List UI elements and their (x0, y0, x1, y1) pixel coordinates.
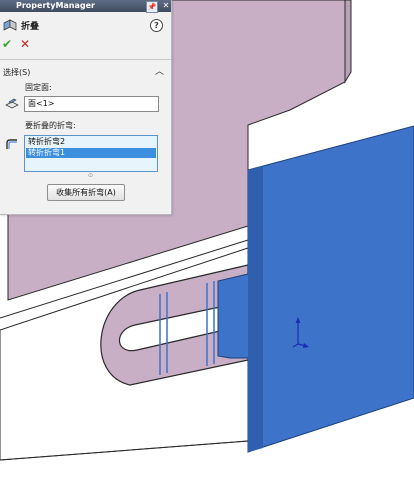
divider (0, 59, 171, 60)
section-title[interactable]: 选择(S) (3, 67, 30, 78)
ok-button[interactable]: ✔ (2, 37, 12, 51)
fixed-face-edge (248, 166, 263, 452)
triad-icon (292, 317, 309, 348)
list-item-selected[interactable]: 转折折弯1 (26, 148, 156, 158)
list-item[interactable]: 转折折弯2 (26, 137, 156, 147)
panel-title: PropertyManager (16, 1, 95, 10)
face-select-icon (5, 98, 19, 109)
close-icon[interactable]: ✕ (161, 0, 171, 12)
back-wall-edge (344, 0, 352, 84)
collapse-chevron-icon[interactable]: ︿ (155, 64, 164, 77)
pin-icon[interactable]: 📌 (146, 1, 158, 13)
property-manager-panel: PropertyManager 📌 ✕ 折叠 ? ✔ ✕ 选择(S) ︿ 固定面… (0, 0, 172, 215)
fold-feature-icon (3, 19, 17, 31)
fixed-face-value: 面<1> (28, 99, 55, 108)
feature-name: 折叠 (21, 22, 40, 32)
bends-label: 要折叠的折弯: (25, 121, 76, 130)
bends-list[interactable]: 转折折弯2 转折折弯1 (24, 135, 158, 172)
fixed-face-label: 固定面: (25, 83, 52, 92)
resize-grip-icon[interactable]: ⊙ (88, 172, 93, 179)
panel-title-bar: PropertyManager 📌 ✕ (0, 0, 171, 13)
collect-all-bends-button[interactable]: 收集所有折弯(A) (47, 184, 125, 201)
cancel-button[interactable]: ✕ (20, 37, 30, 51)
help-icon[interactable]: ? (150, 19, 163, 32)
bend-select-icon (6, 139, 17, 149)
